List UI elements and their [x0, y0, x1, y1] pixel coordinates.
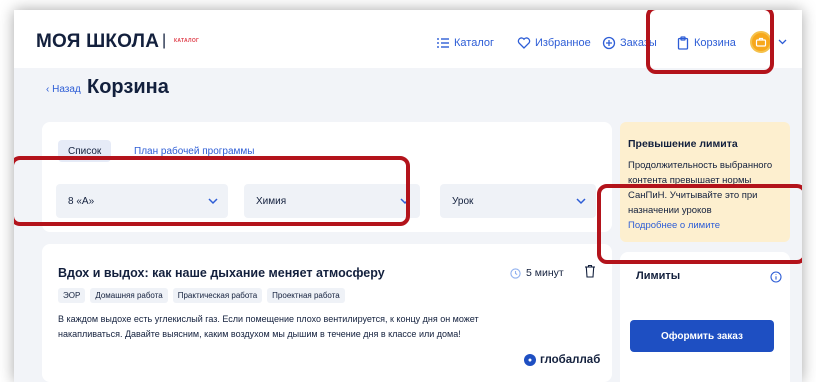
lesson-description: В каждом выдохе есть углекислый газ. Есл… [58, 314, 479, 339]
globallab-icon: ● [524, 354, 536, 366]
chevron-down-icon [208, 198, 218, 205]
logo-subtitle: КАТАЛОГ [174, 38, 200, 44]
heart-icon [517, 37, 531, 49]
tag: ЭОР [58, 288, 86, 303]
chevron-down-icon [576, 198, 586, 205]
duration-label: 5 минут [526, 267, 564, 279]
logo-separator: | [162, 32, 167, 49]
class-select[interactable]: 8 «А» [56, 184, 228, 218]
tag: Проектная работа [267, 288, 345, 303]
limits-title: Лимиты [636, 270, 681, 282]
nav-cart-label: Корзина [694, 37, 736, 49]
nav-favorites-label: Избранное [535, 37, 591, 49]
info-icon[interactable] [770, 271, 782, 283]
orders-icon [602, 36, 616, 50]
logo[interactable]: МОЯ ШКОЛА [36, 31, 159, 53]
provider-name: глобаллаб [540, 354, 601, 366]
limit-more-link[interactable]: Подробнее о лимите [628, 220, 720, 231]
limit-warning-title: Превышение лимита [628, 138, 738, 150]
nav-cart[interactable]: Корзина [676, 36, 736, 50]
tab-list[interactable]: Список [58, 140, 112, 162]
provider-logo: ● глобаллаб [524, 354, 600, 366]
clipboard-icon [677, 36, 689, 50]
nav-catalog[interactable]: Каталог [436, 36, 494, 50]
back-link[interactable]: ‹ Назад [46, 84, 81, 95]
nav-catalog-label: Каталог [454, 37, 494, 49]
list-icon [437, 38, 449, 48]
app-window: МОЯ ШКОЛА | КАТАЛОГ Каталог Избранное За… [14, 10, 802, 382]
nav-orders-label: Заказы [620, 37, 657, 49]
limit-warning-text: Продолжительность выбранного контента пр… [628, 160, 773, 216]
subject-select-value: Химия [256, 195, 287, 207]
lesson-title[interactable]: Вдох и выдох: как наше дыхание меняет ат… [58, 266, 385, 280]
limit-warning: Превышение лимита Продолжительность выбр… [620, 122, 790, 242]
type-select-value: Урок [452, 195, 474, 207]
tab-program-plan[interactable]: План рабочей программы [134, 146, 254, 157]
page-title: Корзина [87, 76, 169, 98]
user-avatar[interactable] [750, 31, 772, 53]
limits-panel: Лимиты Оформить заказ [620, 252, 790, 382]
subject-select[interactable]: Химия [244, 184, 420, 218]
chevron-down-icon [400, 198, 410, 205]
top-header: МОЯ ШКОЛА | КАТАЛОГ Каталог Избранное За… [14, 10, 802, 68]
lesson-duration: 5 минут [510, 267, 564, 279]
tag: Домашняя работа [90, 288, 168, 303]
lesson-card[interactable]: Вдох и выдох: как наше дыхание меняет ат… [42, 244, 612, 382]
place-order-button[interactable]: Оформить заказ [630, 320, 774, 352]
tag: Практическая работа [172, 288, 263, 303]
nav-orders[interactable]: Заказы [602, 36, 657, 50]
lesson-tags: ЭОР Домашняя работа Практическая работа … [58, 288, 345, 303]
limit-warning-body: Продолжительность выбранного контента пр… [628, 158, 788, 233]
nav-favorites[interactable]: Избранное [517, 36, 591, 50]
trash-icon[interactable] [584, 264, 596, 278]
filters-card: Список План рабочей программы 8 «А» Хими… [42, 122, 612, 232]
type-select[interactable]: Урок [440, 184, 596, 218]
class-select-value: 8 «А» [68, 195, 95, 207]
chevron-down-icon[interactable] [778, 37, 787, 46]
briefcase-icon [755, 37, 767, 47]
clock-icon [510, 267, 521, 279]
